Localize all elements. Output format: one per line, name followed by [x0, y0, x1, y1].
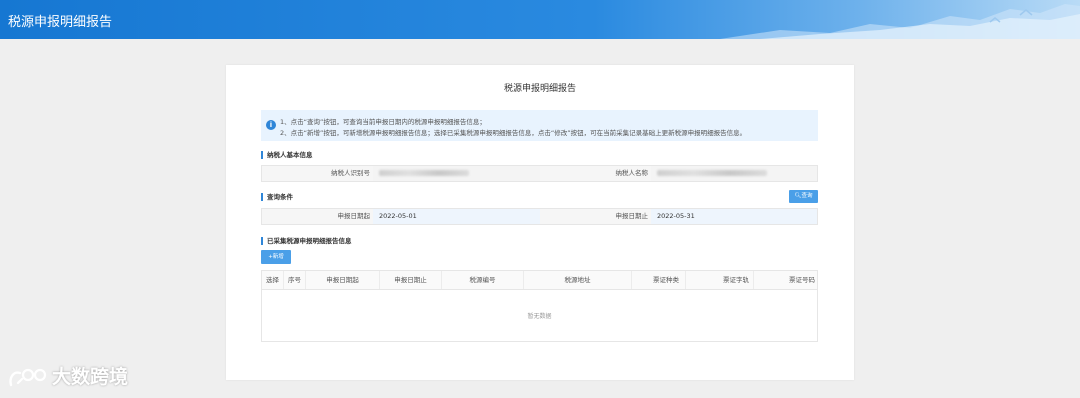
- great-wall-banner-graphic: [720, 4, 1080, 39]
- column-header: 税源地址: [524, 271, 632, 289]
- column-header: 序号: [284, 271, 306, 289]
- top-header-bar: 税源申报明细报告: [0, 0, 1080, 39]
- redacted-taxpayer-name: [657, 170, 767, 176]
- add-button-label: 新增: [272, 254, 284, 260]
- query-conditions-row: 申报日期起 2022-05-01 申报日期止 2022-05-31: [261, 208, 818, 225]
- records-table: 选择 序号 申报日期起 申报日期止 税源编号 税源地址 票证种类 票证字轨 票证…: [261, 270, 818, 342]
- table-header: 选择 序号 申报日期起 申报日期止 税源编号 税源地址 票证种类 票证字轨 票证…: [262, 271, 817, 290]
- records-section-title: 已采集税源申报明细报告信息: [261, 237, 352, 245]
- column-header: 票证字轨: [686, 271, 754, 289]
- taxpayer-info-row: 纳税人识别号 纳税人名称: [261, 165, 818, 182]
- redacted-taxpayer-id: [379, 170, 469, 176]
- column-header: 申报日期止: [380, 271, 442, 289]
- taxpayer-name-value: [651, 166, 817, 181]
- taxpayer-name-label: 纳税人名称: [540, 166, 651, 181]
- notice-line-1: 1、点击“查询”按钮，可查询当前申报日期内的税源申报明细报告信息；: [280, 118, 486, 126]
- column-header: 票证种类: [632, 271, 686, 289]
- info-notice: i 1、点击“查询”按钮，可查询当前申报日期内的税源申报明细报告信息； 2、点击…: [261, 110, 818, 141]
- brand-logo-icon: [9, 368, 47, 386]
- app-title: 税源申报明细报告: [8, 15, 113, 30]
- query-button-label: 查询: [801, 193, 813, 199]
- column-header: 税源编号: [442, 271, 524, 289]
- query-button[interactable]: 🔍︎查询: [789, 190, 818, 203]
- notice-line-2: 2、点击“新增”按钮，可新增税源申报明细报告信息；选择已采集税源申报明细报告信息…: [280, 129, 747, 137]
- taxpayer-section-title: 纳税人基本信息: [261, 151, 313, 159]
- taxpayer-id-value: [373, 166, 540, 181]
- query-section-title: 查询条件: [261, 193, 293, 201]
- empty-state-text: 暂无数据: [527, 313, 552, 320]
- page-title: 税源申报明细报告: [503, 84, 576, 94]
- end-date-field[interactable]: 2022-05-31: [651, 209, 817, 224]
- end-date-label: 申报日期止: [540, 209, 651, 224]
- watermark: 大数跨境: [8, 362, 128, 389]
- start-date-label: 申报日期起: [262, 209, 373, 224]
- watermark-text: 大数跨境: [52, 366, 129, 388]
- start-date-field[interactable]: 2022-05-01: [373, 209, 540, 224]
- add-button[interactable]: +新增: [261, 250, 291, 264]
- main-card: 税源申报明细报告 i 1、点击“查询”按钮，可查询当前申报日期内的税源申报明细报…: [226, 65, 854, 380]
- column-header: 选择: [262, 271, 284, 289]
- taxpayer-id-label: 纳税人识别号: [262, 166, 373, 181]
- column-header: 申报日期起: [306, 271, 380, 289]
- info-icon: i: [266, 120, 276, 130]
- column-header: 票证号码: [789, 276, 815, 284]
